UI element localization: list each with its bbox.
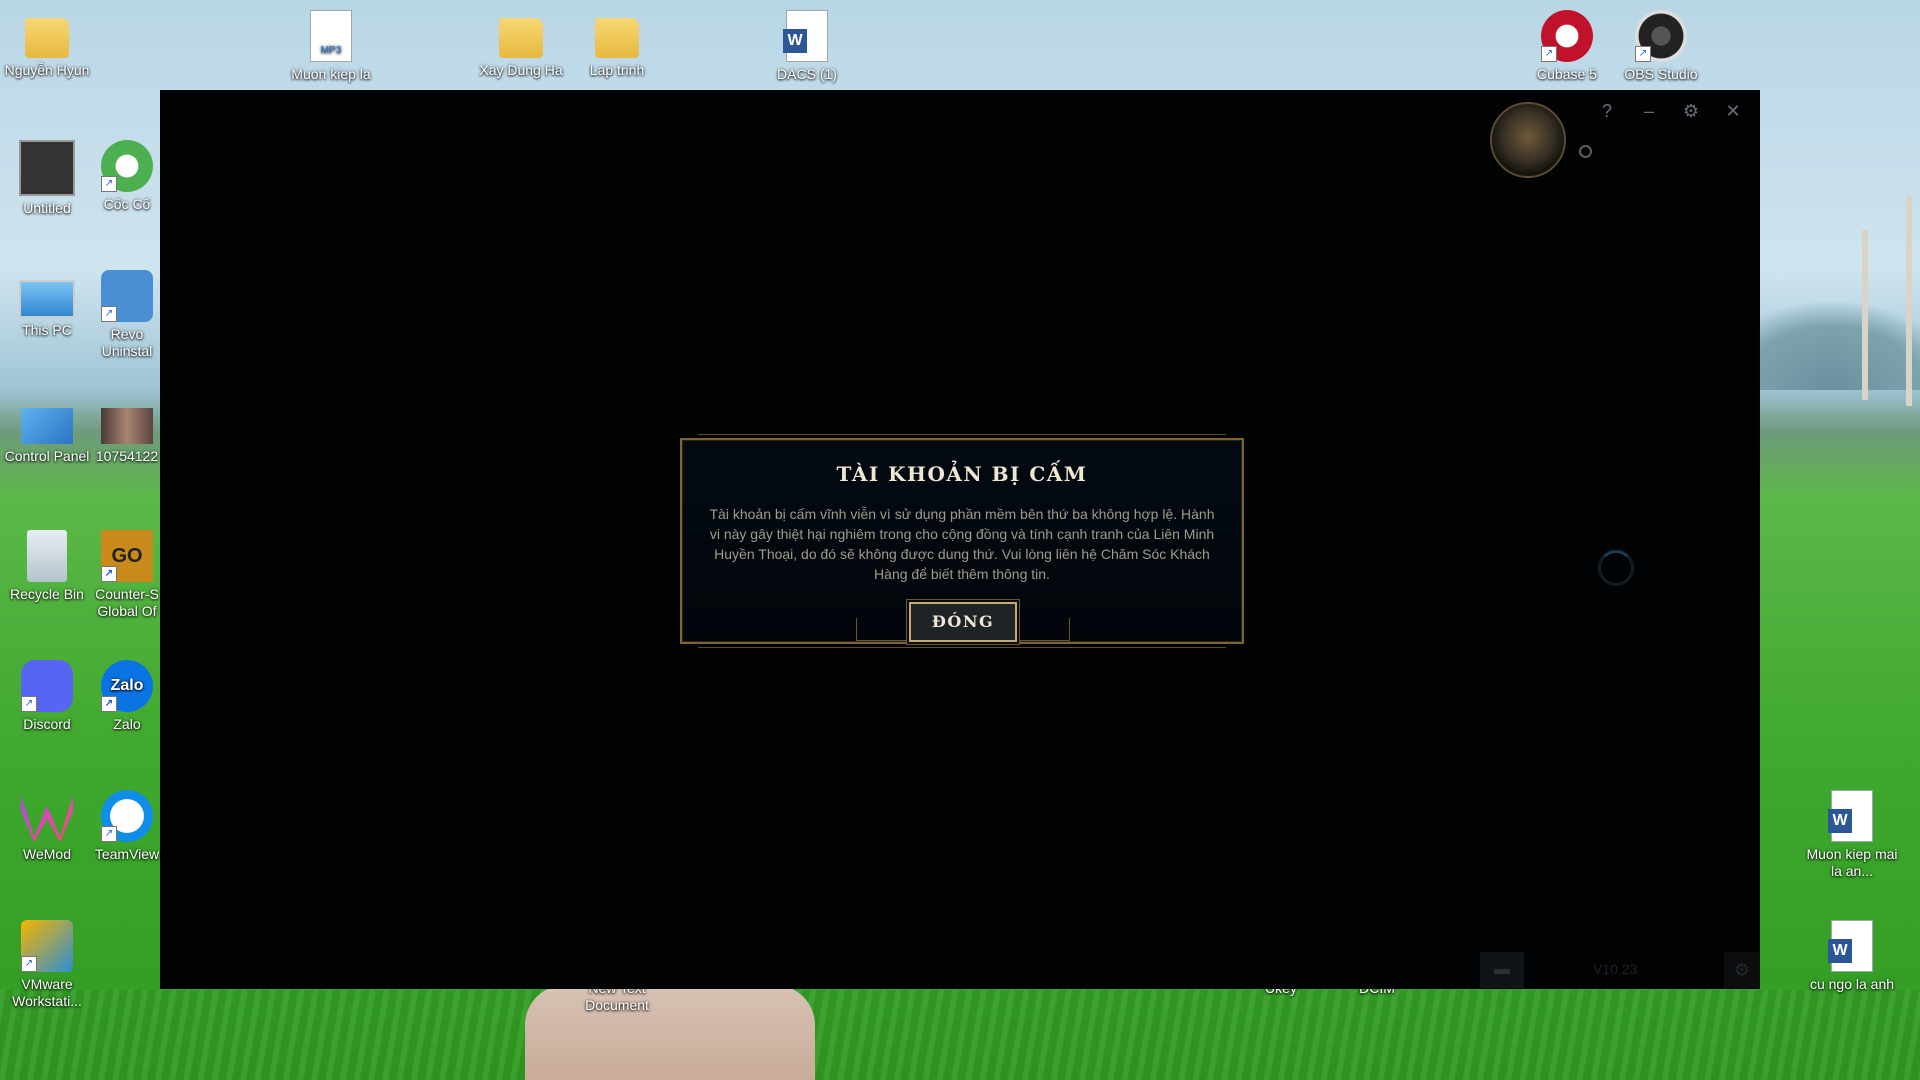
- desktop-icon-label: Muon kiep mai la an...: [1806, 846, 1898, 879]
- folder-icon: [499, 18, 543, 58]
- folder-icon: [595, 18, 639, 58]
- control-panel-icon: [21, 408, 73, 444]
- desktop-icon-label: cu ngo la anh: [1809, 976, 1895, 992]
- settings-gear-button[interactable]: ⚙: [1676, 98, 1706, 124]
- desktop-icon-label: Discord: [23, 716, 71, 732]
- loading-spinner-icon: [1598, 550, 1634, 586]
- word-document-icon: W: [783, 10, 828, 62]
- desktop-icon-label: DACS (1): [777, 66, 837, 82]
- chat-button[interactable]: ▬: [1480, 952, 1524, 988]
- help-button[interactable]: ?: [1592, 98, 1622, 124]
- desktop-icon-label: This PC: [22, 322, 72, 338]
- desktop-icon-label: Recycle Bin: [10, 586, 84, 602]
- coccoc-browser-icon: ↗: [101, 140, 153, 192]
- desktop-icon-word-doc-right[interactable]: W cu ngo la anh: [1804, 920, 1900, 993]
- desktop-icon-label: Lap trinh: [589, 62, 645, 78]
- desktop-icon-label: Control Panel: [4, 448, 90, 464]
- obs-icon: ↗: [1635, 10, 1687, 62]
- desktop-icon-label: Cốc Cố: [103, 196, 151, 212]
- utility-pole: [1906, 196, 1912, 406]
- version-label: V10.23: [1593, 961, 1638, 977]
- status-dot-icon: [1579, 145, 1592, 158]
- photo-file-icon: [101, 408, 153, 444]
- revo-uninstaller-icon: ↗: [101, 270, 153, 322]
- desktop-icon-label: Cubase 5: [1537, 66, 1597, 82]
- computer-icon: [19, 280, 75, 318]
- rank-crest-icon[interactable]: [1490, 102, 1566, 178]
- desktop-icon-label: Xay Dung Ha: [479, 62, 563, 78]
- desktop-icon-label: Nguyễn Hyun: [4, 62, 90, 78]
- client-bottom-bar: ▬ V10.23 ⚙: [1480, 952, 1760, 989]
- desktop-icon-label: TeamView: [94, 846, 160, 862]
- word-document-icon: W: [1828, 790, 1873, 842]
- desktop-icon-coccoc[interactable]: ↗ Cốc Cố: [94, 140, 160, 213]
- minimize-button[interactable]: –: [1634, 98, 1664, 124]
- desktop-icon-cubase[interactable]: ↗ Cubase 5: [1520, 10, 1614, 83]
- csgo-icon: GO ↗: [101, 530, 153, 582]
- desktop-icon-label: Muon kiep la: [291, 66, 371, 82]
- desktop-icon-word-doc-right[interactable]: W Muon kiep mai la an...: [1804, 790, 1900, 880]
- desktop-icon-folder[interactable]: Lap trinh: [570, 10, 664, 79]
- folder-user-icon: [25, 18, 69, 58]
- desktop-icon-mp3[interactable]: MP3 Muon kiep la: [284, 10, 378, 83]
- word-document-icon: W: [1828, 920, 1873, 972]
- desktop-icon-label: Revo Uninstal: [101, 326, 153, 359]
- desktop-icon-obs[interactable]: ↗ OBS Studio: [1614, 10, 1708, 83]
- desktop-icon-label: VMware Workstati...: [12, 976, 82, 1009]
- desktop-icon-revo[interactable]: ↗ Revo Uninstal: [94, 270, 160, 360]
- desktop-icon-discord[interactable]: ↗ Discord: [0, 660, 94, 733]
- game-client-window: ? – ⚙ ✕ ▬ V10.23 ⚙ TÀI KHOẢN BỊ CẤM Tài …: [160, 90, 1760, 989]
- account-banned-dialog: TÀI KHOẢN BỊ CẤM Tài khoản bị cấm vĩnh v…: [680, 434, 1244, 648]
- desktop-icon-video[interactable]: Untitled: [0, 140, 94, 217]
- person-photo-fragment: [525, 985, 815, 1080]
- desktop-icon-label: Counter-S Global Of: [95, 586, 159, 619]
- desktop-icon-csgo[interactable]: GO ↗ Counter-S Global Of: [94, 530, 160, 620]
- desktop-icon-teamviewer[interactable]: ↗ TeamView: [94, 790, 160, 863]
- desktop-icon-folder[interactable]: Xay Dung Ha: [474, 10, 568, 79]
- desktop-icon-label: OBS Studio: [1624, 66, 1698, 82]
- dialog-title: TÀI KHOẢN BỊ CẤM: [836, 462, 1088, 486]
- video-file-icon: [19, 140, 75, 196]
- desktop-icon-vmware[interactable]: ↗ VMware Workstati...: [0, 920, 94, 1010]
- desktop-icon-word-doc[interactable]: W DACS (1): [760, 10, 854, 83]
- desktop-icon-label: 10754122: [95, 448, 159, 464]
- mp3-file-icon: MP3: [310, 10, 352, 62]
- desktop-icon-control-panel[interactable]: Control Panel: [0, 400, 94, 465]
- close-window-button[interactable]: ✕: [1718, 98, 1748, 124]
- utility-pole: [1862, 230, 1868, 400]
- desktop-icon-user-folder[interactable]: Nguyễn Hyun: [0, 10, 94, 79]
- window-controls: ? – ⚙ ✕: [1592, 98, 1748, 124]
- zalo-icon: Zalo ↗: [101, 660, 153, 712]
- wemod-icon: [21, 795, 73, 842]
- desktop-icon-photo[interactable]: 10754122: [94, 400, 160, 465]
- teamviewer-icon: ↗: [101, 790, 153, 842]
- gear-icon: ⚙: [1733, 960, 1751, 980]
- rice-field: [0, 990, 1920, 1080]
- vmware-icon: ↗: [21, 920, 73, 972]
- desktop-icon-zalo[interactable]: Zalo ↗ Zalo: [94, 660, 160, 733]
- desktop-icon-label: Untitled: [23, 200, 71, 216]
- recycle-bin-icon: [27, 530, 67, 582]
- speech-bubble-icon: ▬: [1494, 961, 1510, 978]
- desktop-icon-wemod[interactable]: WeMod: [0, 790, 94, 863]
- discord-icon: ↗: [21, 660, 73, 712]
- desktop-icon-recycle-bin[interactable]: Recycle Bin: [0, 530, 94, 603]
- cubase-icon: ↗: [1541, 10, 1593, 62]
- desktop-icon-this-pc[interactable]: This PC: [0, 270, 94, 339]
- desktop-icon-label: WeMod: [23, 846, 71, 862]
- close-dialog-button[interactable]: ĐÓNG: [909, 602, 1017, 642]
- desktop-icon-label: Zalo: [113, 716, 141, 732]
- dialog-message: Tài khoản bị cấm vĩnh viễn vì sử dụng ph…: [709, 506, 1215, 582]
- friends-settings-button[interactable]: ⚙: [1724, 952, 1760, 988]
